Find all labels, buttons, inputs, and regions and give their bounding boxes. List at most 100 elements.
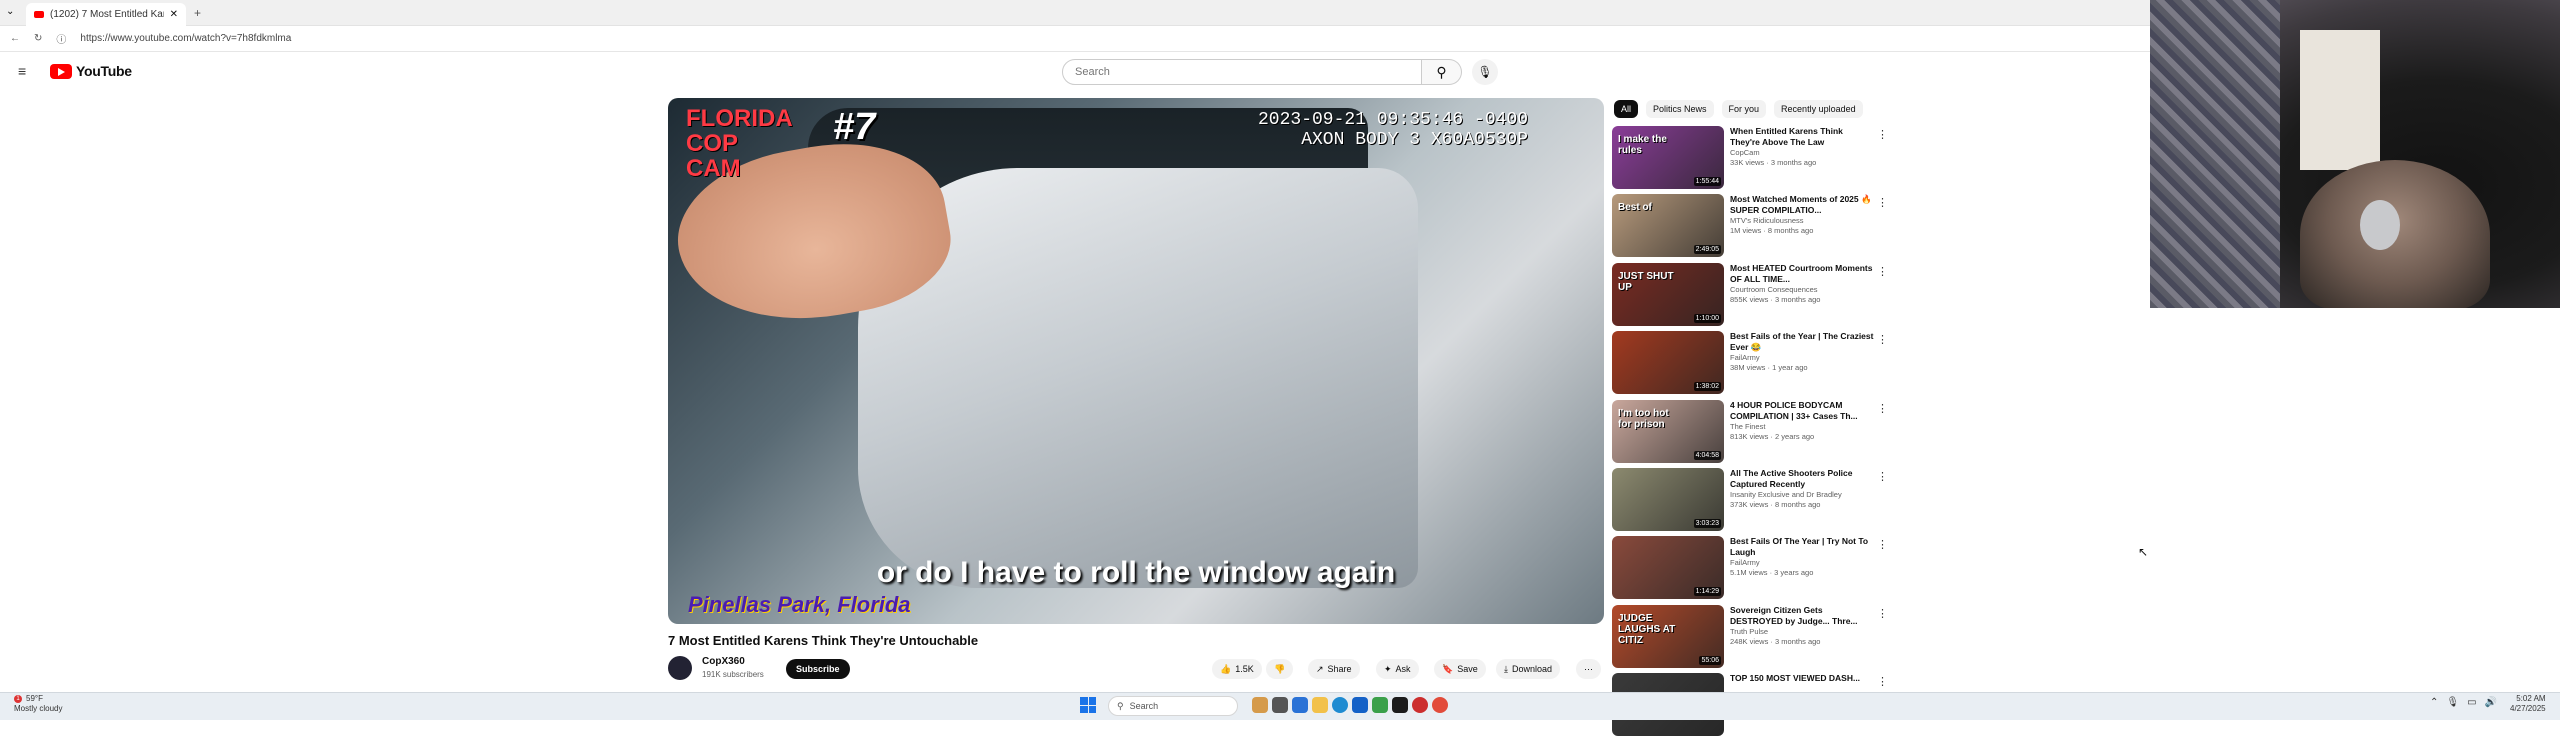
browser-tab[interactable]: (1202) 7 Most Entitled Karens ✕ <box>26 3 186 26</box>
recommendation-title[interactable]: Most HEATED Courtroom Moments OF ALL TIM… <box>1730 263 1874 285</box>
back-icon[interactable]: ← <box>10 33 20 44</box>
recommendation-item[interactable]: 1:38:02 Best Fails of the Year | The Craz… <box>1612 331 1888 399</box>
recommendation-item[interactable]: JUST SHUT UP 1:10:00 Most HEATED Courtroom… <box>1612 262 1888 331</box>
file-explorer-icon[interactable] <box>1312 697 1328 713</box>
taskbar-widget-icon[interactable] <box>1252 697 1268 713</box>
recommendation-item[interactable]: JUDGE LAUGHS AT CITIZ 55:06 Sovereign Citi… <box>1612 604 1888 673</box>
recommendation-title[interactable]: Best Fails of the Year | The Craziest Ev… <box>1730 331 1874 353</box>
search-button[interactable]: ⚲ <box>1422 59 1462 85</box>
recommendation-title[interactable]: Sovereign Citizen Gets DESTROYED by Judg… <box>1730 605 1874 627</box>
recommendation-thumbnail[interactable]: 1:14:29 <box>1612 536 1724 600</box>
chip-recently-uploaded[interactable]: Recently uploaded <box>1774 100 1863 118</box>
voice-search-button[interactable]: 🎙 <box>1472 59 1498 85</box>
microphone-icon: 🎙 <box>1477 65 1493 79</box>
recommendation-thumbnail[interactable]: I'm too hot for prison 4:04:58 <box>1612 399 1724 463</box>
logo-text: YouTube <box>76 63 132 79</box>
volume-icon[interactable]: 🔊 <box>2485 697 2497 708</box>
download-button[interactable]: ⤓ Download <box>1496 659 1561 679</box>
tab-close-icon[interactable]: ✕ <box>170 9 178 20</box>
recommendation-channel[interactable]: Insanity Exclusive and Dr Bradley <box>1730 490 1874 500</box>
thumbnail-overlay-text: Best of <box>1618 202 1652 214</box>
subscribe-button[interactable]: Subscribe <box>786 659 850 679</box>
video-player[interactable]: FLORIDA COP CAM #7 2023-09-21 09:35:46 -… <box>668 98 1604 624</box>
recommendation-item[interactable]: I make the rules 1:55:44 When Entitled Kar… <box>1612 126 1888 194</box>
windows-start-icon[interactable] <box>1080 697 1096 713</box>
channel-name[interactable]: CopX360 <box>702 656 745 667</box>
taskbar-search[interactable]: ⚲ Search <box>1108 696 1238 716</box>
search-input[interactable] <box>1075 66 1421 78</box>
more-vertical-icon[interactable]: ⋮ <box>1877 333 1888 346</box>
new-tab-button[interactable]: + <box>194 6 201 20</box>
more-vertical-icon[interactable]: ⋮ <box>1877 538 1888 551</box>
app-icon-5[interactable] <box>1432 697 1448 713</box>
download-label: Download <box>1511 664 1553 674</box>
menu-hamburger-icon[interactable]: ≡ <box>18 63 26 79</box>
app-icon-3[interactable] <box>1372 697 1388 713</box>
app-icon-1[interactable] <box>1292 697 1308 713</box>
recommendation-thumbnail[interactable]: I make the rules 1:55:44 <box>1612 126 1724 189</box>
recommendation-channel[interactable]: Courtroom Consequences <box>1730 285 1874 295</box>
mouse-cursor-icon: ↖ <box>2138 545 2149 559</box>
recommendation-title[interactable]: Most Watched Moments of 2025 🔥 SUPER COM… <box>1730 194 1874 216</box>
clock-date: 4/27/2025 <box>2510 704 2546 713</box>
clock[interactable]: 5:02 AM 4/27/2025 <box>2510 694 2546 714</box>
recommendation-item[interactable]: 3:03:23 All The Active Shooters Police Ca… <box>1612 467 1888 536</box>
save-button[interactable]: 🔖 Save <box>1434 659 1486 679</box>
chip-all[interactable]: All <box>1614 100 1639 118</box>
share-button[interactable]: ↗ Share <box>1308 659 1360 679</box>
recommendation-channel[interactable]: FailArmy <box>1730 558 1874 568</box>
app-icon-4[interactable] <box>1392 697 1408 713</box>
more-vertical-icon[interactable]: ⋮ <box>1877 196 1888 209</box>
recommendation-item[interactable]: Best of 2:49:05 Most Watched Moments of 20… <box>1612 194 1888 262</box>
task-view-icon[interactable] <box>1272 697 1288 713</box>
more-vertical-icon[interactable]: ⋮ <box>1877 675 1888 688</box>
sparkle-icon: ✦ <box>1384 663 1392 674</box>
site-info-icon[interactable]: ⓘ <box>56 31 66 46</box>
more-vertical-icon[interactable]: ⋮ <box>1877 265 1888 278</box>
recommendation-channel[interactable]: FailArmy <box>1730 353 1874 363</box>
ask-button[interactable]: ✦ Ask <box>1376 659 1419 679</box>
recommendation-title[interactable]: 4 HOUR POLICE BODYCAM COMPILATION | 33+ … <box>1730 400 1874 422</box>
page-scrollbar[interactable] <box>2548 300 2556 680</box>
chip-politics-news[interactable]: Politics News <box>1646 100 1714 118</box>
more-vertical-icon[interactable]: ⋮ <box>1877 470 1888 483</box>
recommendation-thumbnail[interactable]: JUST SHUT UP 1:10:00 <box>1612 262 1724 326</box>
weather-temp: 59°F <box>26 694 43 703</box>
network-icon[interactable]: ▭ <box>2467 697 2476 708</box>
chevron-up-icon[interactable]: ⌃ <box>2430 697 2438 708</box>
like-button[interactable]: 👍 1.5K <box>1212 659 1262 679</box>
dislike-button[interactable]: 👎 <box>1266 659 1294 679</box>
app-icon-2[interactable] <box>1352 697 1368 713</box>
recommendation-thumbnail[interactable]: Best of 2:49:05 <box>1612 194 1724 258</box>
recommendation-item[interactable]: 1:14:29 Best Fails Of The Year | Try Not … <box>1612 536 1888 604</box>
chip-for-you[interactable]: For you <box>1721 100 1767 118</box>
edge-browser-icon[interactable] <box>1332 697 1348 713</box>
recommendation-title[interactable]: TOP 150 MOST VIEWED DASH... <box>1730 673 1874 684</box>
recommendation-channel[interactable]: MTV's Ridiculousness <box>1730 216 1874 226</box>
thumbnail-overlay-text: JUST SHUT UP <box>1618 270 1674 293</box>
tab-list-chevron-icon[interactable]: ⌄ <box>6 6 14 17</box>
recommendation-title[interactable]: When Entitled Karens Think They're Above… <box>1730 126 1874 148</box>
url-text[interactable]: https://www.youtube.com/watch?v=7h8fdkml… <box>80 33 291 44</box>
recommendation-thumbnail[interactable]: 1:38:02 <box>1612 331 1724 395</box>
youtube-logo[interactable]: YouTube <box>50 63 132 79</box>
weather-widget[interactable]: 1 59°F Mostly cloudy <box>14 694 62 714</box>
recommendation-channel[interactable]: The Finest <box>1730 422 1874 432</box>
recommendation-thumbnail[interactable]: 3:03:23 <box>1612 467 1724 531</box>
recommendation-channel[interactable]: Truth Pulse <box>1730 627 1874 637</box>
recommendation-thumbnail[interactable]: JUDGE LAUGHS AT CITIZ 55:06 <box>1612 604 1724 668</box>
more-vertical-icon[interactable]: ⋮ <box>1877 607 1888 620</box>
search-box[interactable] <box>1062 59 1422 85</box>
reload-icon[interactable]: ↻ <box>34 33 42 44</box>
channel-avatar[interactable] <box>668 656 692 680</box>
more-vertical-icon[interactable]: ⋮ <box>1877 128 1888 141</box>
recommendation-channel[interactable]: CopCam <box>1730 148 1874 158</box>
recommendation-meta: 813K views · 2 years ago <box>1730 431 1815 441</box>
chrome-browser-icon[interactable] <box>1412 697 1428 713</box>
more-vertical-icon[interactable]: ⋮ <box>1877 402 1888 415</box>
microphone-icon[interactable]: 🎙 <box>2446 697 2459 708</box>
more-actions-button[interactable]: ⋯ <box>1576 659 1601 679</box>
recommendation-title[interactable]: Best Fails Of The Year | Try Not To Laug… <box>1730 536 1874 558</box>
recommendation-item[interactable]: I'm too hot for prison 4:04:58 4 HOUR POLI… <box>1612 399 1888 468</box>
recommendation-title[interactable]: All The Active Shooters Police Captured … <box>1730 468 1874 490</box>
